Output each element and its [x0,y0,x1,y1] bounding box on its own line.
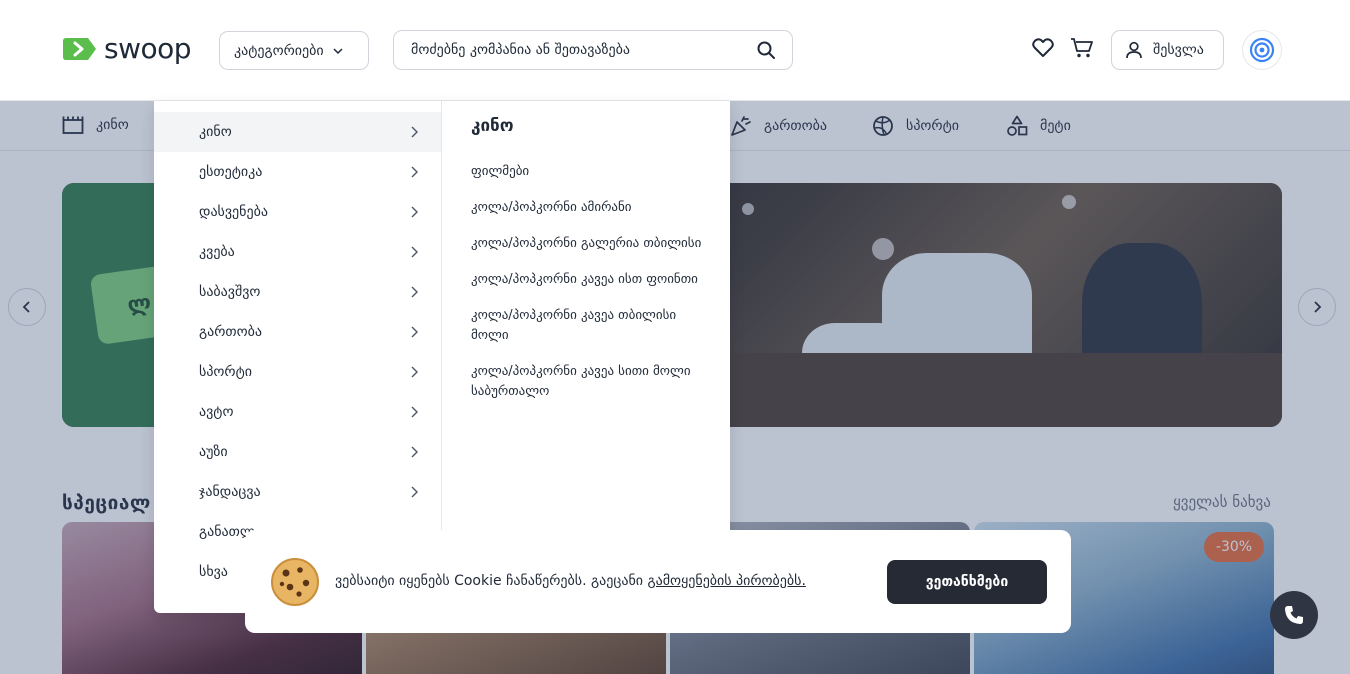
cookie-text: ვებსაიტი იყენებს Cookie ჩანაწერებს. გაეც… [335,573,648,589]
category-menu-item[interactable]: კინო [154,112,441,152]
category-menu-label: ჯანდაცვა [199,484,261,500]
category-menu-label: ესთეტიკა [199,164,263,180]
chevron-down-icon [333,47,343,54]
subcategory-link[interactable]: კოლა/პოპკორნი კავეა სითი მოლი საბურთალო [471,362,711,402]
category-menu-item[interactable]: ესთეტიკა [154,152,441,192]
subcategory-heading: კინო [471,116,514,136]
chevron-right-icon [411,246,418,258]
subcategory-link[interactable]: კოლა/პოპკორნი კავეა ისთ ფოინთი [471,270,711,290]
category-menu-item[interactable]: ჯანდაცვა [154,472,441,512]
chevron-right-icon [411,366,418,378]
site-header: swoop კატეგორიები შესვლა [0,0,1350,101]
accept-cookies-button[interactable]: ვეთანხმები [887,560,1047,604]
search-icon[interactable] [756,40,776,60]
category-menu-item[interactable]: დასვენება [154,192,441,232]
swoop-logo-icon [63,38,96,60]
chevron-right-icon [411,326,418,338]
category-menu-label: კინო [199,124,232,140]
category-menu-label: კვება [199,244,235,260]
chevron-right-icon [411,286,418,298]
phone-icon [1285,606,1303,624]
logo-text: swoop [104,32,192,65]
search-input[interactable] [411,42,756,58]
subcategory-link[interactable]: კოლა/პოპკორნი გალერია თბილისი [471,234,711,254]
chevron-right-icon [411,406,418,418]
login-button[interactable]: შესვლა [1111,30,1224,70]
chevron-right-icon [411,206,418,218]
category-menu-label: ავტო [199,404,234,420]
category-menu-label: საბავშვო [199,284,261,300]
category-menu-label: სხვა [199,564,228,580]
login-label: შესვლა [1153,42,1204,58]
subcategory-link[interactable]: კოლა/პოპკორნი კავეა თბილისი მოლი [471,306,711,346]
call-button[interactable] [1270,591,1318,639]
chevron-right-icon [411,126,418,138]
swoop-logo[interactable]: swoop [62,32,192,65]
cookie-message: ვებსაიტი იყენებს Cookie ჩანაწერებს. გაეც… [335,573,806,589]
category-menu-item[interactable]: ავტო [154,392,441,432]
heart-icon[interactable] [1031,36,1055,60]
assistant-icon[interactable] [1242,30,1282,70]
chevron-right-icon [411,486,418,498]
chevron-right-icon [411,166,418,178]
subcategory-list: ფილმები კოლა/პოპკორნი ამირანი კოლა/პოპკორნ… [471,162,711,418]
category-menu-label: გართობა [199,324,262,340]
user-icon [1126,41,1142,59]
category-menu-label: დასვენება [199,204,268,220]
category-menu-item[interactable]: აუზი [154,432,441,472]
cookie-icon [271,557,319,606]
subcategory-link[interactable]: ფილმები [471,162,711,182]
categories-label: კატეგორიები [234,42,324,59]
category-menu-label: სპორტი [199,364,252,380]
category-menu-item[interactable]: გართობა [154,312,441,352]
subcategory-link[interactable]: კოლა/პოპკორნი ამირანი [471,198,711,218]
category-menu-label: აუზი [199,444,228,460]
category-menu-item[interactable]: სპორტი [154,352,441,392]
cookie-banner: ვებსაიტი იყენებს Cookie ჩანაწერებს. გაეც… [245,530,1071,633]
category-menu-item[interactable]: საბავშვო [154,272,441,312]
cart-icon[interactable] [1070,36,1094,60]
categories-button[interactable]: კატეგორიები [219,31,369,70]
chevron-right-icon [411,446,418,458]
search-box [393,30,793,70]
terms-link[interactable]: გამოყენების პირობებს. [647,573,805,589]
category-menu-item[interactable]: კვება [154,232,441,272]
